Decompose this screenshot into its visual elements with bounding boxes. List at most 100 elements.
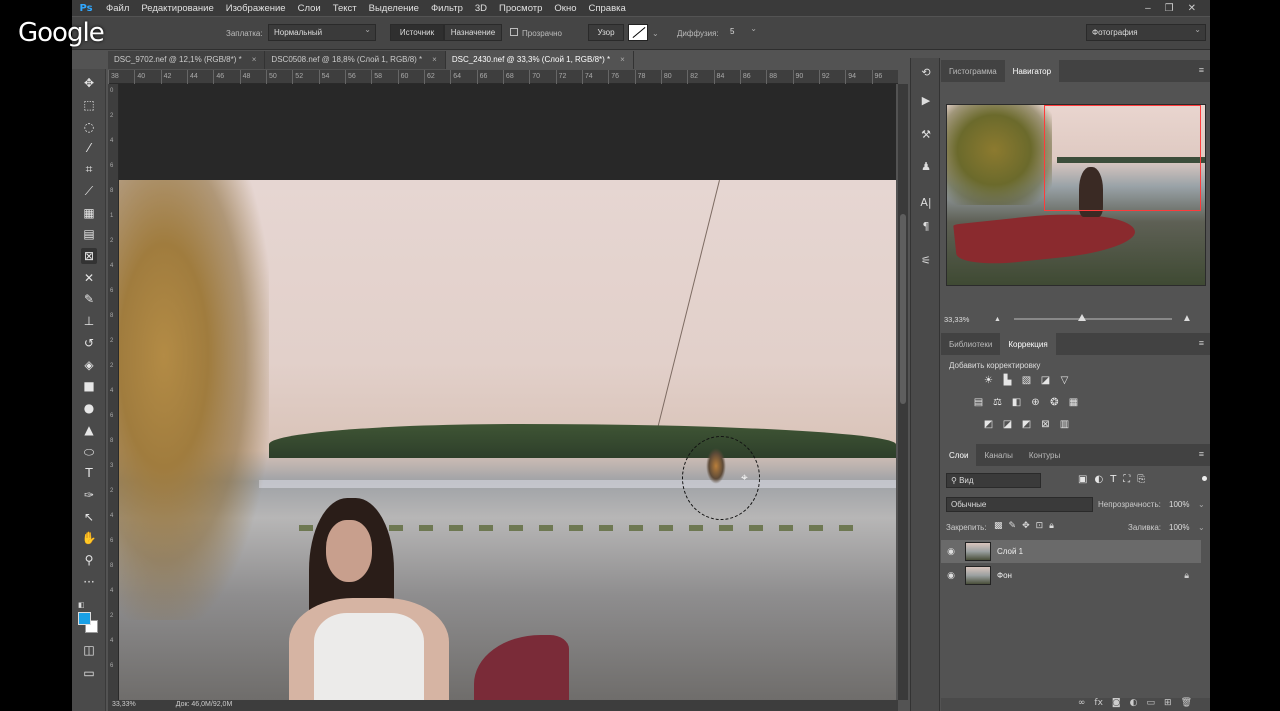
default-colors-icon[interactable]: ◧ xyxy=(78,601,85,609)
menu-layers[interactable]: Слои xyxy=(292,3,327,14)
content-aware-move-icon[interactable]: ⊠ xyxy=(81,248,97,264)
delete-layer-icon[interactable]: 🗑︎ xyxy=(1181,698,1192,711)
workspace-select[interactable]: Фотография xyxy=(1086,24,1206,41)
type-filter-icon[interactable]: T xyxy=(1110,474,1116,485)
layer-name[interactable]: Фон xyxy=(997,571,1012,580)
opacity-input[interactable]: 100% xyxy=(1166,497,1192,512)
hand-icon-2[interactable]: ✋ xyxy=(81,530,97,546)
navigator-zoom-value[interactable]: 33,33% xyxy=(944,315,969,324)
foreground-color-swatch[interactable] xyxy=(78,612,91,625)
lock-transparent-icon[interactable]: ▩ xyxy=(994,521,1003,531)
visibility-eye-icon[interactable]: ◉ xyxy=(941,571,961,581)
pixel-filter-icon[interactable]: ▣ xyxy=(1078,474,1087,485)
opacity-dropdown-icon[interactable]: ⌄ xyxy=(1198,500,1205,509)
character-panel-icon[interactable]: A| xyxy=(918,196,934,212)
menu-edit[interactable]: Редактирование xyxy=(135,3,219,14)
clone-source-icon[interactable]: ♟ xyxy=(918,160,934,176)
channel-mixer-icon[interactable]: ❂ xyxy=(1047,397,1062,410)
patch-icon[interactable]: ▤ xyxy=(81,226,97,242)
patch-selection-marquee[interactable] xyxy=(682,436,760,520)
gradient-icon[interactable]: ■ xyxy=(81,378,97,394)
history-brush-icon[interactable]: ↺ xyxy=(81,335,97,351)
photo-filter-icon[interactable]: ⊕ xyxy=(1028,397,1043,410)
navigator-preview[interactable] xyxy=(946,104,1206,286)
visibility-eye-icon[interactable]: ◉ xyxy=(941,547,961,557)
vertical-scrollbar[interactable] xyxy=(898,84,908,700)
source-button[interactable]: Источник xyxy=(390,24,444,41)
vibrance-icon[interactable]: ▽ xyxy=(1057,375,1072,388)
layer-kind-filter[interactable]: ⚲ Вид xyxy=(946,473,1041,488)
pen-icon[interactable]: ⬭ xyxy=(81,444,97,460)
transparent-checkbox[interactable] xyxy=(510,28,518,36)
tab-paths[interactable]: Контуры xyxy=(1021,444,1068,466)
new-group-icon[interactable]: ▭ xyxy=(1147,698,1156,711)
layer-row[interactable]: ◉ Фон 🔒︎ xyxy=(941,564,1201,587)
quick-mask-icon[interactable]: ◫ xyxy=(81,642,97,658)
tab-layers[interactable]: Слои xyxy=(941,444,977,466)
zoom-icon[interactable]: ⚲ xyxy=(81,552,97,568)
new-layer-icon[interactable]: ⊞ xyxy=(1164,698,1172,711)
tab-close-icon[interactable]: × xyxy=(620,55,625,69)
blend-mode-select[interactable]: Обычные xyxy=(946,497,1093,512)
layer-style-icon[interactable]: fx xyxy=(1094,698,1103,711)
menu-type[interactable]: Текст xyxy=(327,3,363,14)
eyedropper-icon[interactable]: ⟋ xyxy=(81,183,97,199)
tab-dsc2430[interactable]: DSC_2430.nef @ 33,3% (Слой 1, RGB/8*) * … xyxy=(445,51,634,69)
color-lookup-icon[interactable]: ▦ xyxy=(1066,397,1081,410)
actions-play-icon[interactable]: ▶ xyxy=(918,94,934,110)
hue-saturation-icon[interactable]: ▤ xyxy=(971,397,986,410)
layer-name[interactable]: Слой 1 xyxy=(997,547,1023,556)
photo-image[interactable]: ⌖ xyxy=(119,180,896,700)
zoom-in-icon[interactable]: ▲ xyxy=(1182,313,1192,324)
menu-help[interactable]: Справка xyxy=(583,3,632,14)
threshold-icon[interactable]: ◩ xyxy=(1019,419,1034,432)
exposure-icon[interactable]: ◪ xyxy=(1038,375,1053,388)
panel-menu-icon[interactable]: ≡ xyxy=(1199,65,1204,75)
menu-image[interactable]: Изображение xyxy=(220,3,292,14)
scroll-thumb[interactable] xyxy=(900,214,906,404)
menu-3d[interactable]: 3D xyxy=(469,3,493,14)
red-eye-icon[interactable]: ✕ xyxy=(81,270,97,286)
tab-histogram[interactable]: Гистограмма xyxy=(941,60,1005,82)
crop-icon[interactable]: ⌗ xyxy=(81,161,97,177)
panel-menu-icon[interactable]: ≡ xyxy=(1199,338,1204,348)
posterize-icon[interactable]: ◪ xyxy=(1000,419,1015,432)
path-select-icon[interactable]: ✑ xyxy=(81,487,97,503)
pattern-dropdown-icon[interactable]: ⌄ xyxy=(652,29,659,38)
fill-dropdown-icon[interactable]: ⌄ xyxy=(1198,523,1205,532)
dodge-icon[interactable]: ▲ xyxy=(81,422,97,438)
patch-mode-select[interactable]: Нормальный xyxy=(268,24,376,41)
hand-icon[interactable]: ↖ xyxy=(81,509,97,525)
zoom-slider-handle[interactable] xyxy=(1078,314,1086,321)
brightness-icon[interactable]: ☀ xyxy=(981,375,996,388)
menu-view[interactable]: Просмотр xyxy=(493,3,548,14)
document-canvas[interactable]: ⌖ xyxy=(119,84,896,700)
layer-row[interactable]: ◉ Слой 1 xyxy=(941,540,1201,563)
lock-pixels-icon[interactable]: ✎ xyxy=(1009,521,1017,531)
add-mask-icon[interactable]: ◙ xyxy=(1112,698,1121,711)
tab-close-icon[interactable]: × xyxy=(252,55,257,69)
tab-dsc9702[interactable]: DSC_9702.nef @ 12,1% (RGB/8*) * × xyxy=(108,51,266,69)
new-adjustment-icon[interactable]: ◐ xyxy=(1130,698,1138,711)
eraser-icon[interactable]: ◈ xyxy=(81,357,97,373)
marquee-icon[interactable]: ⬚ xyxy=(81,97,97,113)
brush-icon[interactable]: ✎ xyxy=(81,291,97,307)
tab-libraries[interactable]: Библиотеки xyxy=(941,333,1000,355)
menu-filter[interactable]: Фильтр xyxy=(425,3,469,14)
adjustment-filter-icon[interactable]: ◐ xyxy=(1094,474,1103,485)
pattern-swatch[interactable] xyxy=(628,24,648,41)
menu-select[interactable]: Выделение xyxy=(363,3,425,14)
close-icon[interactable]: ✕ xyxy=(1188,3,1196,14)
destination-button[interactable]: Назначение xyxy=(444,24,502,41)
tab-navigator[interactable]: Навигатор xyxy=(1004,60,1060,82)
diffusion-select[interactable]: 5 xyxy=(725,24,761,41)
tab-close-icon[interactable]: × xyxy=(432,55,437,69)
zoom-out-icon[interactable]: ▲ xyxy=(994,316,1001,323)
screen-mode-icon[interactable]: ▭ xyxy=(81,665,97,681)
curves-icon[interactable]: ▧ xyxy=(1019,375,1034,388)
magic-wand-icon[interactable]: ⁄ xyxy=(81,140,97,156)
zoom-slider[interactable] xyxy=(1014,318,1172,320)
navigator-view-box[interactable] xyxy=(1044,105,1201,211)
lock-all-icon[interactable]: 🔒︎ xyxy=(1049,521,1054,531)
tab-channels[interactable]: Каналы xyxy=(976,444,1020,466)
